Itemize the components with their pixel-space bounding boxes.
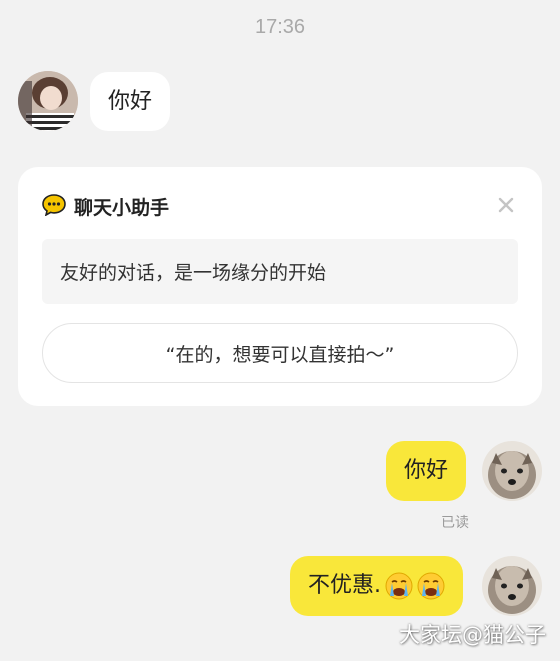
my-avatar[interactable] — [482, 556, 542, 616]
suggested-reply-button[interactable]: “在的，想要可以直接拍～” — [42, 323, 518, 383]
incoming-message-text: 你好 — [108, 88, 153, 114]
outgoing-message-text: 你好 — [404, 458, 449, 483]
assistant-card-header: 聊天小助手 — [42, 193, 169, 220]
outgoing-message-text: 不优惠. — [308, 573, 381, 598]
assistant-card-title: 聊天小助手 — [74, 197, 170, 219]
outgoing-message-bubble[interactable]: 你好 — [386, 441, 467, 501]
contact-avatar[interactable] — [18, 71, 78, 131]
my-avatar[interactable] — [482, 441, 542, 501]
chat-assistant-card: 聊天小助手 友好的对话，是一场缘分的开始 “在的，想要可以直接拍～” — [18, 167, 542, 406]
outgoing-message-bubble[interactable]: 不优惠. — [290, 556, 463, 616]
chat-bubble-icon — [42, 193, 66, 220]
suggested-reply-label: “在的，想要可以直接拍～” — [165, 343, 395, 366]
close-icon[interactable] — [494, 193, 518, 217]
assistant-intro-text: 友好的对话，是一场缘分的开始 — [42, 239, 518, 304]
message-timestamp: 17:36 — [254, 16, 306, 38]
read-status: 已读 — [441, 515, 469, 531]
incoming-message-bubble[interactable]: 你好 — [90, 72, 171, 131]
watermark: 大家坛@猫公子 — [399, 623, 546, 647]
crying-face-icon — [385, 572, 413, 600]
crying-face-icon — [417, 572, 445, 600]
